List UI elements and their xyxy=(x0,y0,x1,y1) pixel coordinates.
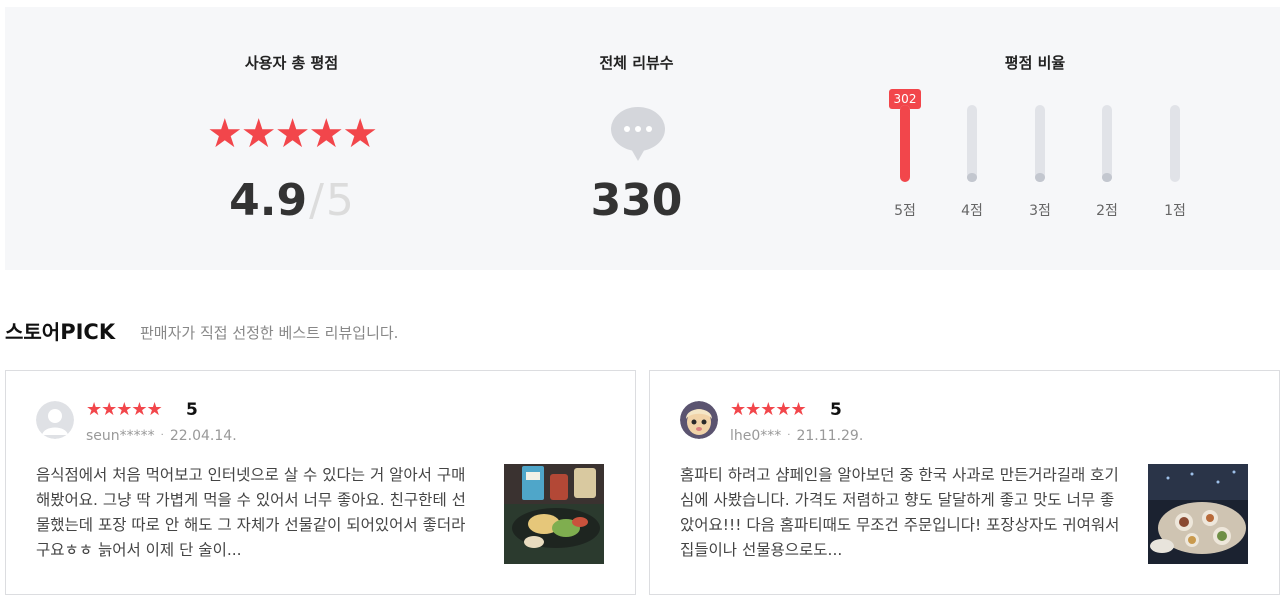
ratio-bar-label: 1점 xyxy=(1164,203,1186,219)
food-photo-image xyxy=(504,464,604,564)
ratio-bar-4: 4점 xyxy=(947,89,997,229)
review-stars-icon: ★★★★★ xyxy=(86,399,163,420)
store-pick-strong: PICK xyxy=(60,320,116,344)
rating-max: 5 xyxy=(325,175,354,226)
ratio-bar-1: 1점 xyxy=(1150,89,1200,229)
review-user: seun***** xyxy=(86,428,155,444)
ratio-bar-5: 302 5점 xyxy=(880,89,930,229)
ratio-bar-track xyxy=(967,105,977,182)
ratio-bar-label: 3점 xyxy=(1029,203,1051,219)
total-rating-section: 사용자 총 평점 ★★★★★ 4.9/5 xyxy=(125,7,458,270)
ratio-bar-fill xyxy=(1102,173,1112,182)
total-rating-title: 사용자 총 평점 xyxy=(244,54,339,72)
user-avatar-image xyxy=(680,401,718,439)
default-user-icon xyxy=(36,401,74,439)
ratio-bar-track xyxy=(1170,105,1180,182)
rating-value: 4.9 xyxy=(229,175,308,226)
ratio-bar-3: 3점 xyxy=(1015,89,1065,229)
review-text[interactable]: 홈파티 하려고 샴페인을 알아보던 중 한국 사과로 만든거라길래 호기심에 사… xyxy=(680,463,1120,563)
review-meta: seun***** · 22.04.14. xyxy=(86,428,237,444)
review-user: lhe0*** xyxy=(730,428,782,444)
review-summary-panel: 사용자 총 평점 ★★★★★ 4.9/5 전체 리뷰수 330 평점 비율 30… xyxy=(5,7,1280,270)
ratio-bar-track xyxy=(1035,105,1045,182)
review-text[interactable]: 음식점에서 처음 먹어보고 인터넷으로 살 수 있다는 거 알아서 구매해봤어요… xyxy=(36,463,476,563)
meta-dot: · xyxy=(160,430,164,441)
avatar xyxy=(680,401,718,439)
review-photo-thumbnail[interactable] xyxy=(1148,464,1248,564)
store-pick-description: 판매자가 직접 선정한 베스트 리뷰입니다. xyxy=(140,324,399,342)
ratio-bar-track xyxy=(900,105,910,182)
review-card[interactable]: ★★★★★ 5 seun***** · 22.04.14. 음식점에서 처음 먹어보… xyxy=(5,370,636,595)
party-table-photo-image xyxy=(1148,464,1248,564)
review-count-value: 330 xyxy=(590,175,683,226)
ratio-bar-fill xyxy=(900,105,910,182)
ratio-bar-label: 4점 xyxy=(961,203,983,219)
ratio-bar-label: 2점 xyxy=(1096,203,1118,219)
ratio-bar-fill xyxy=(967,173,977,182)
review-score: 5 xyxy=(186,400,198,420)
avatar xyxy=(36,401,74,439)
review-date: 21.11.29. xyxy=(796,428,864,444)
review-date: 22.04.14. xyxy=(169,428,237,444)
rating-ratio-section: 평점 비율 302 5점 4점 3점 2점 1점 xyxy=(870,7,1200,270)
speech-bubble-icon xyxy=(611,107,665,161)
ratio-bar-2: 2점 xyxy=(1082,89,1132,229)
rating-score: 4.9/5 xyxy=(125,174,458,228)
store-pick-prefix: 스토어 xyxy=(5,320,61,344)
review-meta: lhe0*** · 21.11.29. xyxy=(730,428,863,444)
ratio-bar-fill xyxy=(1035,173,1045,182)
rating-separator: / xyxy=(309,175,324,226)
meta-dot: · xyxy=(787,430,791,441)
store-pick-title: 스토어PICK xyxy=(5,316,115,345)
review-card[interactable]: ★★★★★ 5 lhe0*** · 21.11.29. 홈파티 하려고 샴페인을 알… xyxy=(649,370,1280,595)
review-count-section: 전체 리뷰수 330 xyxy=(470,7,803,270)
review-score: 5 xyxy=(830,400,842,420)
review-count-title: 전체 리뷰수 xyxy=(599,54,674,72)
ratio-bar-label: 5점 xyxy=(894,203,916,219)
rating-ratio-title: 평점 비율 xyxy=(1004,54,1066,72)
review-stars-icon: ★★★★★ xyxy=(730,399,807,420)
ratio-bar-track xyxy=(1102,105,1112,182)
review-photo-thumbnail[interactable] xyxy=(504,464,604,564)
rating-stars-icon: ★★★★★ xyxy=(206,111,378,157)
